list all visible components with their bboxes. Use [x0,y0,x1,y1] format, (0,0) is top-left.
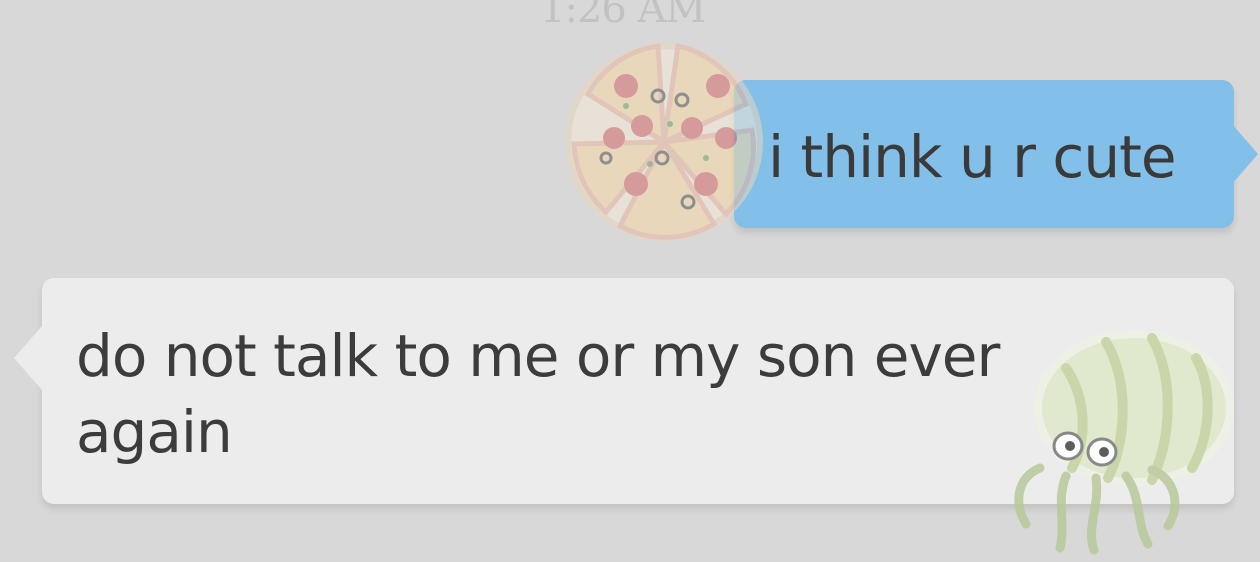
message-timestamp: 1:26 AM [540,0,706,32]
incoming-message-text: do not talk to me or my son ever again [76,322,1000,466]
pizza-sticker-icon [566,42,763,241]
watermelon-creature-sticker-icon [1014,330,1234,555]
outgoing-message-text: i think u r cute [768,123,1177,191]
